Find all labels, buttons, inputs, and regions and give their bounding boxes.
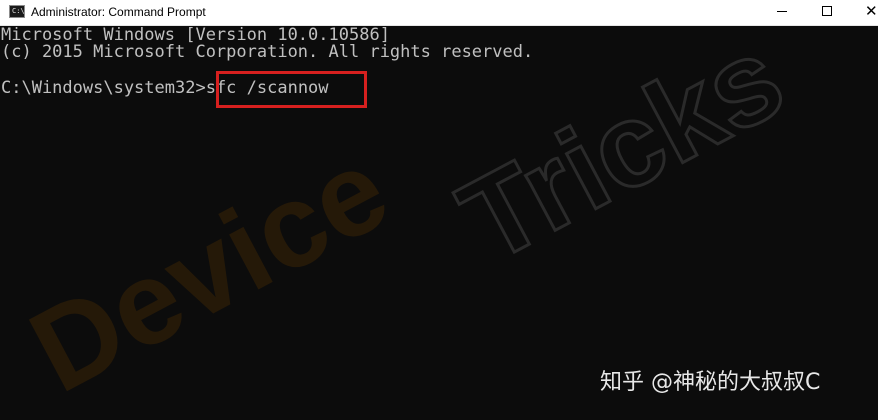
close-button[interactable]: ✕ [849, 0, 878, 25]
console-output[interactable]: Microsoft Windows [Version 10.0.10586] (… [0, 25, 878, 420]
prompt-path: C:\Windows\system32> [1, 78, 206, 98]
minimize-button[interactable] [760, 0, 806, 25]
window-title: Administrator: Command Prompt [31, 5, 206, 19]
minimize-icon [777, 11, 787, 12]
cmd-icon: C:\ [9, 5, 25, 18]
command-highlight-box [216, 71, 367, 108]
maximize-button[interactable] [805, 0, 851, 25]
copyright-line: (c) 2015 Microsoft Corporation. All righ… [1, 42, 534, 62]
title-bar[interactable]: C:\ Administrator: Command Prompt ✕ [0, 0, 878, 26]
maximize-icon [822, 6, 832, 16]
zhihu-watermark: 知乎 @神秘的大叔叔C [600, 370, 821, 395]
close-icon: ✕ [865, 2, 878, 20]
cmd-icon-glyph: C:\ [12, 7, 25, 15]
command-prompt-window: C:\ Administrator: Command Prompt ✕ Micr… [0, 0, 878, 420]
